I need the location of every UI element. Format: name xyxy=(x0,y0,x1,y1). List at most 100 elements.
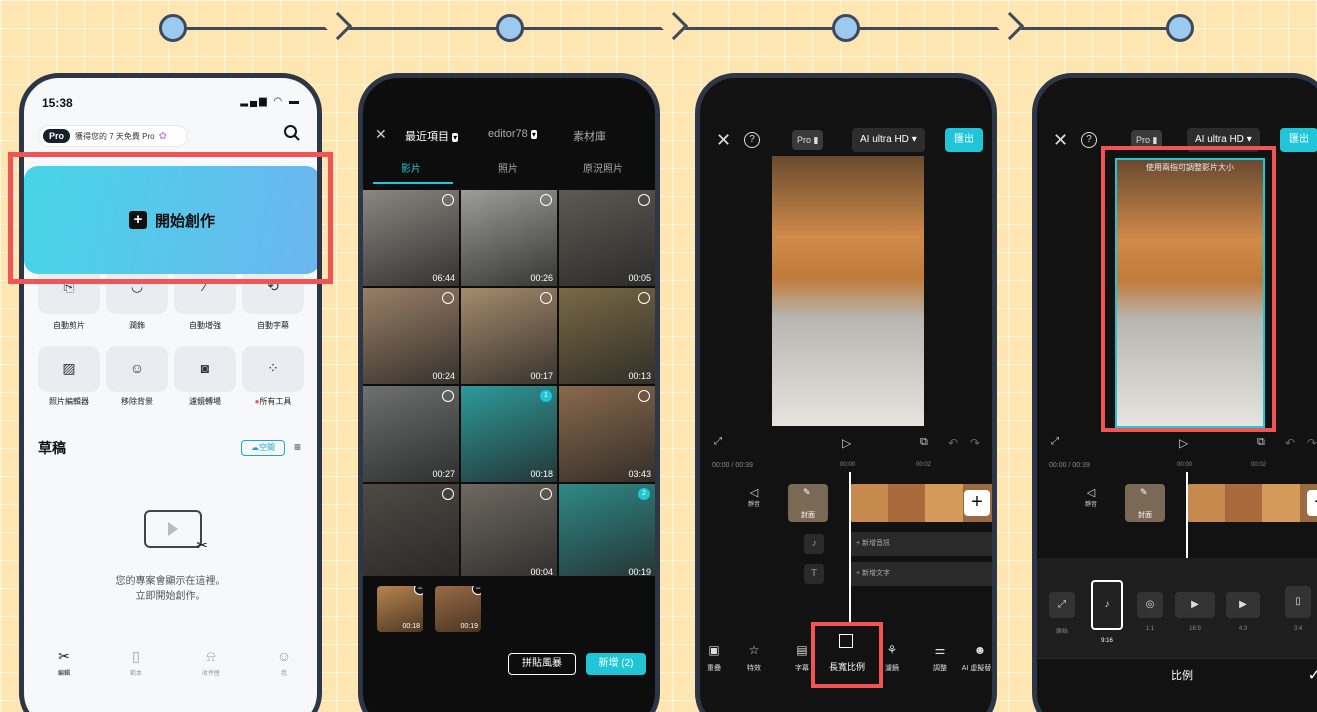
media-cell[interactable]: 00:17 xyxy=(461,288,557,384)
tab-photo[interactable]: 照片 xyxy=(498,160,518,175)
tool-label-text: 所有工具 xyxy=(259,397,292,406)
redo-icon[interactable]: ↷ xyxy=(1307,436,1317,450)
preview-toggle-icon[interactable]: ⧉ xyxy=(920,436,928,449)
ratio-16-9[interactable]: ▶ 16:9 xyxy=(1173,592,1217,632)
tab-live-photo[interactable]: 原況照片 xyxy=(583,160,623,175)
preview-toggle-icon[interactable]: ⧉ xyxy=(1257,436,1265,449)
tab-edit[interactable]: ✂ 編輯 xyxy=(34,648,94,677)
selected-thumb[interactable]: − 00:18 xyxy=(377,586,423,632)
text-icon[interactable]: T xyxy=(804,564,824,584)
selected-thumb[interactable]: − 00:19 xyxy=(435,586,481,632)
select-circle[interactable] xyxy=(540,292,552,304)
play-icon[interactable]: ▷ xyxy=(842,436,851,450)
tab-editor78-label: editor78 xyxy=(488,128,528,140)
cover-button[interactable]: ✎ 封面 xyxy=(1125,484,1165,522)
export-button[interactable]: 匯出 xyxy=(1280,128,1317,152)
mute-button[interactable]: ◁ 靜音 xyxy=(1085,486,1097,508)
timeline-tick: 00:02 xyxy=(916,462,932,468)
ratio-9-16[interactable]: ♪ 9:16 xyxy=(1091,580,1123,644)
tool-overlay[interactable]: ▣ 重疊 xyxy=(700,643,734,673)
remove-icon[interactable]: − xyxy=(414,586,423,595)
select-circle[interactable] xyxy=(442,488,454,500)
media-cell[interactable]: 00:26 xyxy=(461,190,557,286)
close-icon[interactable]: ✕ xyxy=(716,130,731,151)
tab-library[interactable]: 素材庫 xyxy=(573,128,606,144)
select-circle[interactable] xyxy=(442,292,454,304)
quality-dropdown[interactable]: AI ultra HD ▾ xyxy=(852,128,925,152)
media-cell[interactable]: 1 00:18 xyxy=(461,386,557,482)
select-circle[interactable] xyxy=(442,194,454,206)
add-button[interactable]: 新增 (2) xyxy=(586,653,646,675)
select-circle[interactable] xyxy=(442,390,454,402)
tool-effects[interactable]: ☆ 特效 xyxy=(734,643,774,673)
select-circle[interactable] xyxy=(540,194,552,206)
playhead[interactable] xyxy=(849,472,851,642)
help-icon[interactable]: ? xyxy=(1081,132,1097,148)
remove-icon[interactable]: − xyxy=(472,586,481,595)
undo-icon[interactable]: ↶ xyxy=(948,436,958,450)
redo-icon[interactable]: ↷ xyxy=(970,436,980,450)
media-cell[interactable]: 00:24 xyxy=(363,288,459,384)
fullscreen-icon[interactable]: ⤢ xyxy=(714,436,722,447)
media-cell[interactable]: 00:05 xyxy=(559,190,655,286)
tab-me[interactable]: ☺ 我 xyxy=(254,648,314,677)
media-cell[interactable]: 03:43 xyxy=(559,386,655,482)
help-icon[interactable]: ? xyxy=(744,132,760,148)
tool-camera[interactable]: ◙ xyxy=(174,346,236,392)
ratio-1-1[interactable]: ◎ 1:1 xyxy=(1137,592,1163,632)
tool-remove-bg[interactable]: ☺ xyxy=(106,346,168,392)
tool-all-tools[interactable]: ⁘ xyxy=(242,346,304,392)
ratio-3-4[interactable]: ▯ 3:4 xyxy=(1285,586,1311,632)
aspect-ratio-icon xyxy=(839,634,853,648)
drafts-title: 草稿 xyxy=(38,440,66,456)
tool-adjust[interactable]: ⚌ 調整 xyxy=(920,643,960,673)
select-circle[interactable] xyxy=(638,292,650,304)
close-icon[interactable]: ✕ xyxy=(1053,130,1068,151)
cover-button[interactable]: ✎ 封面 xyxy=(788,484,828,522)
media-cell[interactable]: 00:13 xyxy=(559,288,655,384)
tab-video[interactable]: 影片 xyxy=(401,160,421,175)
media-cell[interactable] xyxy=(363,484,459,580)
add-clip-button[interactable]: + xyxy=(964,490,990,516)
check-icon[interactable]: ✓ xyxy=(1308,659,1317,693)
selected-badge[interactable]: 2 xyxy=(638,488,650,500)
play-icon[interactable]: ▷ xyxy=(1179,436,1188,450)
tab-inbox[interactable]: ⍾ 收件匣 xyxy=(181,648,241,677)
add-clip-button[interactable]: + xyxy=(1307,490,1317,516)
export-button[interactable]: 匯出 xyxy=(945,128,983,152)
ratio-original[interactable]: ⤢ 原始 xyxy=(1049,592,1075,635)
close-icon[interactable]: ✕ xyxy=(375,126,387,143)
playhead[interactable] xyxy=(1186,472,1188,558)
collage-button[interactable]: 拼貼風暴 xyxy=(508,653,576,675)
tool-photo-editor[interactable]: ▨ xyxy=(38,346,100,392)
search-icon[interactable] xyxy=(283,124,301,142)
fullscreen-icon[interactable]: ⤢ xyxy=(1051,436,1059,447)
space-button[interactable]: ☁空間 xyxy=(241,440,285,456)
selected-badge[interactable]: 1 xyxy=(540,390,552,402)
add-audio-row[interactable]: + 新增音訊 xyxy=(850,532,992,556)
media-cell[interactable]: 06:44 xyxy=(363,190,459,286)
tab-recent[interactable]: 最近項目 ▾ xyxy=(405,128,459,144)
tab-editor78[interactable]: editor78 ▾ xyxy=(488,128,537,140)
select-circle[interactable] xyxy=(638,390,650,402)
tab-template[interactable]: ▯ 範本 xyxy=(106,648,166,677)
select-circle[interactable] xyxy=(638,194,650,206)
sort-icon[interactable]: ≡ xyxy=(294,440,301,454)
media-cell[interactable]: 2 00:19 xyxy=(559,484,655,580)
video-clip-strip[interactable] xyxy=(1187,484,1317,522)
music-icon[interactable]: ♪ xyxy=(804,534,824,554)
select-circle[interactable] xyxy=(540,488,552,500)
pro-badge[interactable]: Pro ▮ xyxy=(792,130,824,150)
pro-trial-banner[interactable]: Pro 獲得您的 7 天免費 Pro ✿ xyxy=(38,125,188,147)
media-cell[interactable]: 00:27 xyxy=(363,386,459,482)
add-text-row[interactable]: + 新增文字 xyxy=(850,562,992,586)
tool-ai-avatar[interactable]: ☻ AI 虛擬替身 xyxy=(960,643,992,673)
aspect-ratio-button[interactable]: 長寬比例 xyxy=(811,622,883,688)
undo-icon[interactable]: ↶ xyxy=(1285,436,1295,450)
mute-button[interactable]: ◁ 靜音 xyxy=(748,486,760,508)
video-preview[interactable] xyxy=(772,156,924,426)
media-cell[interactable]: 00:04 xyxy=(461,484,557,580)
ratio-label: 4:3 xyxy=(1238,626,1248,632)
pro-crown-icon: ▮ xyxy=(1152,135,1158,145)
ratio-4-3[interactable]: ▶ 4:3 xyxy=(1225,592,1261,632)
